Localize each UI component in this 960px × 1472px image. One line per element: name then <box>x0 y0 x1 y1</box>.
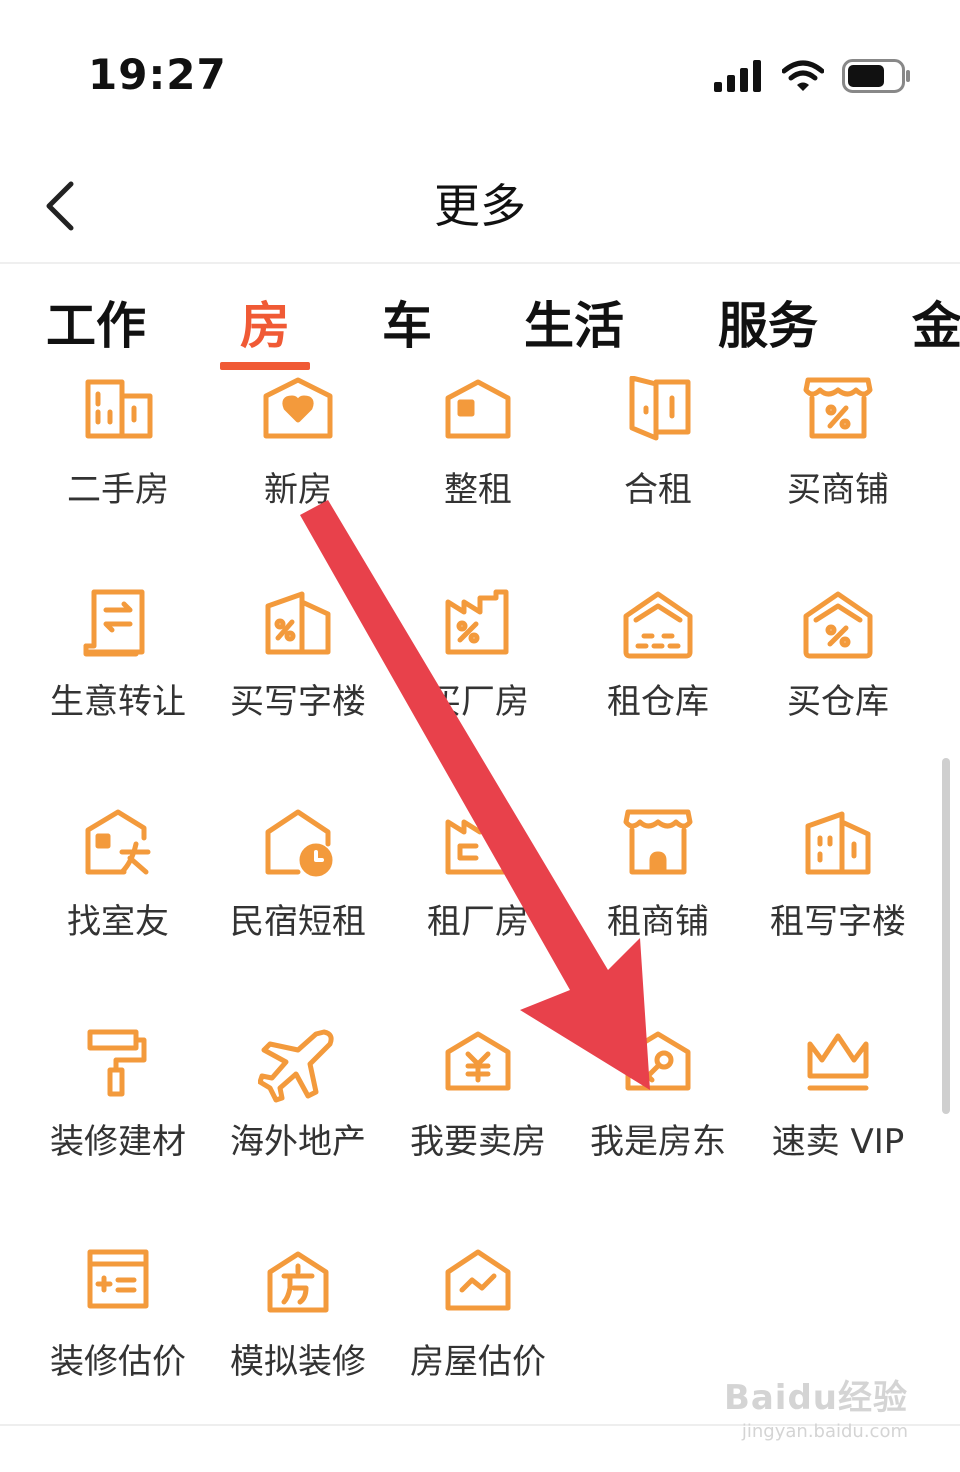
grid-item-label: 我是房东 <box>590 1122 726 1162</box>
new-house-heart-icon <box>258 376 338 456</box>
grid-item-rent-shop[interactable]: 租商铺 <box>568 808 748 1008</box>
battery-icon <box>842 59 910 93</box>
grid-item-label: 买仓库 <box>787 682 889 722</box>
homestay-clock-icon <box>258 808 338 888</box>
grid-item-label: 模拟装修 <box>230 1342 366 1382</box>
status-time: 19:27 <box>88 50 227 99</box>
tab-finance[interactable]: 金 <box>912 286 960 358</box>
buy-office-building-icon <box>258 588 338 668</box>
grid-item-second-hand-house[interactable]: 二手房 <box>28 376 208 576</box>
grid-item-buy-shop[interactable]: 买商铺 <box>748 376 928 576</box>
grid-item-shared-rent[interactable]: 合租 <box>568 376 748 576</box>
paint-roller-icon <box>78 1028 158 1108</box>
grid-item-whole-rent[interactable]: 整租 <box>388 376 568 576</box>
grid-item-label: 买商铺 <box>787 470 889 510</box>
grid-item-overseas-property[interactable]: 海外地产 <box>208 1028 388 1228</box>
watermark-main: Baidu经验 <box>723 1378 908 1418</box>
grid-item-label: 新房 <box>264 470 332 510</box>
grid-item-label: 房屋估价 <box>410 1342 546 1382</box>
grid-item-rent-office[interactable]: 租写字楼 <box>748 808 928 1008</box>
baidu-watermark: Baidu经验 jingyan.baidu.com <box>724 1370 908 1442</box>
grid-item-landlord[interactable]: 我是房东 <box>568 1028 748 1228</box>
grid-item-label: 整租 <box>444 470 512 510</box>
category-tab-bar: 工作 房 车 生活 服务 金 <box>0 264 960 376</box>
tab-car[interactable]: 车 <box>382 286 432 358</box>
grid-item-label: 二手房 <box>67 470 169 510</box>
rent-warehouse-icon <box>618 588 698 668</box>
grid-item-label: 速卖 VIP <box>771 1122 905 1162</box>
page-title: 更多 <box>434 179 526 233</box>
find-roommate-icon <box>78 808 158 888</box>
grid-item-rent-factory[interactable]: 租厂房 <box>388 808 568 1008</box>
grid-item-label: 买厂房 <box>427 682 529 722</box>
tab-life[interactable]: 生活 <box>524 286 624 358</box>
nav-bar: 更多 <box>0 150 960 264</box>
house-valuation-chart-icon <box>438 1248 518 1328</box>
grid-item-label: 租仓库 <box>607 682 709 722</box>
grid-item-label: 合租 <box>624 470 692 510</box>
grid-item-label: 海外地产 <box>230 1122 366 1162</box>
signal-icon <box>714 60 761 92</box>
grid-item-label: 装修估价 <box>50 1342 186 1382</box>
landlord-key-icon <box>618 1028 698 1108</box>
service-grid: 二手房 新房 整租 合租 买商铺 生意转让 买写字楼 买厂房 租仓库 买仓库 找… <box>0 376 940 1424</box>
grid-item-label: 生意转让 <box>50 682 186 722</box>
grid-item-label: 租写字楼 <box>770 902 906 942</box>
watermark-sub: jingyan.baidu.com <box>741 1421 908 1442</box>
rent-factory-icon <box>438 808 518 888</box>
grid-item-homestay[interactable]: 民宿短租 <box>208 808 388 1008</box>
grid-item-buy-warehouse[interactable]: 买仓库 <box>748 588 928 788</box>
sell-house-yen-icon <box>438 1028 518 1108</box>
grid-item-label: 找室友 <box>67 902 169 942</box>
whole-rent-house-icon <box>438 376 518 456</box>
airplane-icon <box>258 1028 338 1108</box>
grid-item-rent-warehouse[interactable]: 租仓库 <box>568 588 748 788</box>
status-icons <box>714 56 912 96</box>
rent-office-building-icon <box>798 808 878 888</box>
grid-item-simulate-renovation[interactable]: 模拟装修 <box>208 1248 388 1424</box>
grid-item-quick-sell-vip[interactable]: 速卖 VIP <box>748 1028 928 1228</box>
grid-item-label: 租商铺 <box>607 902 709 942</box>
vertical-scrollbar[interactable] <box>942 758 950 1114</box>
status-bar: 19:27 <box>0 0 960 150</box>
renovation-calculator-icon <box>78 1248 158 1328</box>
tab-work[interactable]: 工作 <box>46 286 146 358</box>
grid-item-label: 我要卖房 <box>410 1122 546 1162</box>
simulate-renovation-icon <box>258 1248 338 1328</box>
active-tab-indicator <box>220 362 310 370</box>
grid-item-new-house[interactable]: 新房 <box>208 376 388 576</box>
rent-shop-icon <box>618 808 698 888</box>
grid-item-decoration-materials[interactable]: 装修建材 <box>28 1028 208 1228</box>
tab-service[interactable]: 服务 <box>718 286 818 358</box>
grid-item-sell-house[interactable]: 我要卖房 <box>388 1028 568 1228</box>
grid-item-label: 租厂房 <box>427 902 529 942</box>
grid-item-label: 装修建材 <box>50 1122 186 1162</box>
grid-item-business-transfer[interactable]: 生意转让 <box>28 588 208 788</box>
grid-item-house-valuation[interactable]: 房屋估价 <box>388 1248 568 1424</box>
grid-item-find-roommate[interactable]: 找室友 <box>28 808 208 1008</box>
buy-factory-icon <box>438 588 518 668</box>
grid-item-buy-office[interactable]: 买写字楼 <box>208 588 388 788</box>
grid-item-renovation-estimate[interactable]: 装修估价 <box>28 1248 208 1424</box>
buy-warehouse-icon <box>798 588 878 668</box>
grid-item-buy-factory[interactable]: 买厂房 <box>388 588 568 788</box>
tab-house[interactable]: 房 <box>240 286 290 358</box>
shared-rent-door-icon <box>618 376 698 456</box>
buy-shop-icon <box>798 376 878 456</box>
grid-item-label: 买写字楼 <box>230 682 366 722</box>
crown-icon <box>798 1028 878 1108</box>
business-transfer-icon <box>78 588 158 668</box>
wifi-icon <box>782 60 824 91</box>
grid-item-label: 民宿短租 <box>230 902 366 942</box>
second-hand-house-icon <box>78 376 158 456</box>
